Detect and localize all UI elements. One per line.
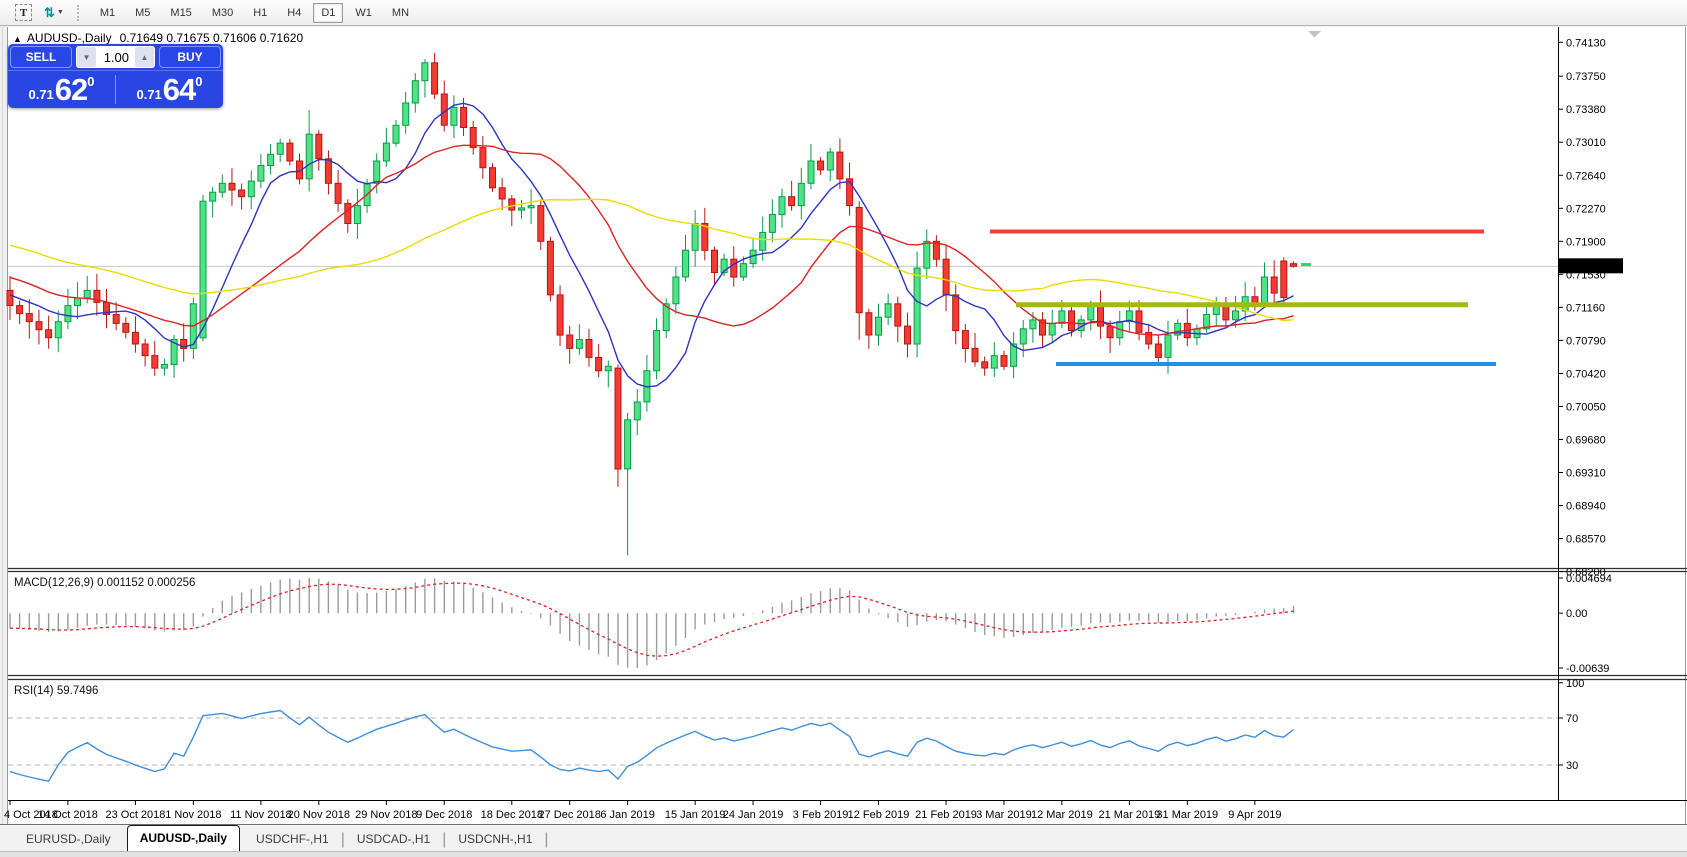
timeframe-h1-button[interactable]: H1: [245, 3, 275, 23]
sell-price-sup: 0: [87, 71, 94, 89]
svg-text:0.00: 0.00: [1566, 608, 1587, 620]
toolbar-grip: [77, 5, 82, 21]
svg-text:0.72270: 0.72270: [1566, 203, 1606, 215]
svg-text:12 Feb 2019: 12 Feb 2019: [848, 809, 910, 821]
timeframe-m15-button[interactable]: M15: [162, 3, 199, 23]
svg-text:12 Mar 2019: 12 Mar 2019: [1031, 809, 1093, 821]
chart-title: ▲ AUDUSD-,Daily 0.71649 0.71675 0.71606 0.…: [13, 31, 303, 45]
svg-text:21 Feb 2019: 21 Feb 2019: [915, 809, 977, 821]
timeframe-d1-button[interactable]: D1: [313, 3, 343, 23]
chart-toolbar: T ⇅ ▼ M1M5M15M30H1H4D1W1MN: [0, 0, 1687, 26]
chart-tab-usdchf-h1[interactable]: USDCHF-,H1: [244, 828, 341, 851]
text-tool-icon: T: [15, 4, 32, 21]
svg-text:0.74130: 0.74130: [1566, 37, 1606, 49]
timeframe-m1-button[interactable]: M1: [92, 3, 123, 23]
svg-text:23 Oct 2018: 23 Oct 2018: [105, 809, 165, 821]
svg-text:0.70050: 0.70050: [1566, 401, 1606, 413]
svg-text:0.69680: 0.69680: [1566, 434, 1606, 446]
symbol-expander-icon[interactable]: ▲: [13, 34, 22, 44]
svg-text:0.73750: 0.73750: [1566, 71, 1606, 83]
buy-price[interactable]: 0.71 64 0: [116, 71, 223, 108]
timeframe-w1-button[interactable]: W1: [347, 3, 380, 23]
trading-platform-window: { "toolbar": { "text_tool_label": "T", "…: [0, 0, 1687, 856]
svg-text:0.68570: 0.68570: [1566, 534, 1606, 546]
svg-text:0.71900: 0.71900: [1566, 236, 1606, 248]
svg-text:0.70790: 0.70790: [1566, 335, 1606, 347]
svg-text:6 Jan 2019: 6 Jan 2019: [600, 809, 654, 821]
arrows-tool-button[interactable]: ⇅ ▼: [39, 2, 69, 24]
svg-text:0.73010: 0.73010: [1566, 137, 1606, 149]
dropdown-caret-icon: ▼: [57, 9, 64, 16]
ohlc-values: 0.71649 0.71675 0.71606 0.71620: [120, 31, 304, 45]
sell-price[interactable]: 0.71 62 0: [8, 71, 115, 108]
chart-tab-eurusd-daily[interactable]: EURUSD-,Daily: [14, 828, 123, 851]
chart-tab-bar: EURUSD-,DailyAUDUSD-,DailyUSDCHF-,H1|USD…: [0, 824, 1687, 851]
svg-text:0.68940: 0.68940: [1566, 501, 1606, 513]
svg-text:1 Nov 2018: 1 Nov 2018: [165, 809, 221, 821]
svg-text:24 Jan 2019: 24 Jan 2019: [723, 809, 784, 821]
sell-price-big: 62: [55, 74, 87, 105]
svg-text:3 Mar 2019: 3 Mar 2019: [976, 809, 1032, 821]
svg-text:9 Apr 2019: 9 Apr 2019: [1228, 809, 1281, 821]
chart-canvas[interactable]: 0.74130 0.73750 0.73380 0.73010 0.72640 0.722…: [0, 26, 1687, 824]
svg-text:11 Nov 2018: 11 Nov 2018: [230, 809, 292, 821]
svg-text:29 Nov 2018: 29 Nov 2018: [355, 809, 417, 821]
svg-text:14 Oct 2018: 14 Oct 2018: [38, 809, 98, 821]
buy-price-big: 64: [163, 74, 195, 105]
tab-separator: |: [544, 828, 548, 851]
volume-stepper[interactable]: ▼ 1.00 ▲: [76, 46, 155, 68]
svg-text:0.73380: 0.73380: [1566, 104, 1606, 116]
svg-text:30: 30: [1566, 760, 1578, 772]
timeframe-m30-button[interactable]: M30: [204, 3, 241, 23]
symbol-period-label: AUDUSD-,Daily: [27, 31, 112, 45]
text-tool-button[interactable]: T: [10, 2, 37, 24]
svg-text:21 Mar 2019: 21 Mar 2019: [1099, 809, 1161, 821]
chart-tab-audusd-daily[interactable]: AUDUSD-,Daily: [127, 825, 240, 851]
rsi-indicator-label: RSI(14) 59.7496: [14, 685, 98, 697]
buy-price-sup: 0: [195, 71, 202, 89]
volume-value[interactable]: 1.00: [97, 50, 134, 65]
ask-price-marker: [1301, 263, 1311, 266]
svg-text:70: 70: [1566, 713, 1578, 725]
svg-text:9 Dec 2018: 9 Dec 2018: [416, 809, 472, 821]
sell-price-small: 0.71: [28, 87, 53, 108]
svg-text:0.004694: 0.004694: [1566, 573, 1612, 585]
buy-button[interactable]: BUY: [159, 46, 221, 68]
chart-tab-usdcad-h1[interactable]: USDCAD-,H1: [345, 828, 442, 851]
trade-panel-top-row: SELL ▼ 1.00 ▲ BUY: [8, 44, 223, 71]
svg-text:31 Mar 2019: 31 Mar 2019: [1156, 809, 1218, 821]
timeframe-button-group: M1M5M15M30H1H4D1W1MN: [92, 3, 417, 23]
svg-text:0.71160: 0.71160: [1566, 302, 1605, 314]
arrows-icon: ⇅: [44, 5, 54, 21]
svg-text:100: 100: [1566, 678, 1584, 690]
timeframe-mn-button[interactable]: MN: [384, 3, 417, 23]
macd-indicator-label: MACD(12,26,9) 0.001152 0.000256: [14, 577, 195, 589]
chart-tab-usdcnh-h1[interactable]: USDCNH-,H1: [446, 828, 544, 851]
status-strip: [0, 851, 1687, 857]
volume-increase-button[interactable]: ▲: [135, 47, 154, 67]
svg-text:0.70420: 0.70420: [1566, 368, 1606, 380]
svg-text:-0.00639: -0.00639: [1566, 663, 1609, 675]
svg-text:0.69310: 0.69310: [1566, 467, 1606, 479]
svg-text:27 Dec 2018: 27 Dec 2018: [539, 809, 601, 821]
svg-text:20 Nov 2018: 20 Nov 2018: [288, 809, 350, 821]
svg-text:0.72640: 0.72640: [1566, 170, 1606, 182]
timeframe-h4-button[interactable]: H4: [279, 3, 309, 23]
timeframe-m5-button[interactable]: M5: [127, 3, 158, 23]
buy-price-small: 0.71: [136, 87, 161, 108]
volume-decrease-button[interactable]: ▼: [77, 47, 96, 67]
svg-text:18 Dec 2018: 18 Dec 2018: [481, 809, 543, 821]
svg-text:15 Jan 2019: 15 Jan 2019: [665, 809, 726, 821]
one-click-trading-panel: SELL ▼ 1.00 ▲ BUY 0.71 62 0 0.71 64 0: [8, 44, 223, 108]
svg-text:3 Feb 2019: 3 Feb 2019: [793, 809, 849, 821]
sell-button[interactable]: SELL: [10, 46, 72, 68]
trade-panel-prices: 0.71 62 0 0.71 64 0: [8, 71, 223, 108]
svg-text:0.71620: 0.71620: [1566, 261, 1606, 273]
